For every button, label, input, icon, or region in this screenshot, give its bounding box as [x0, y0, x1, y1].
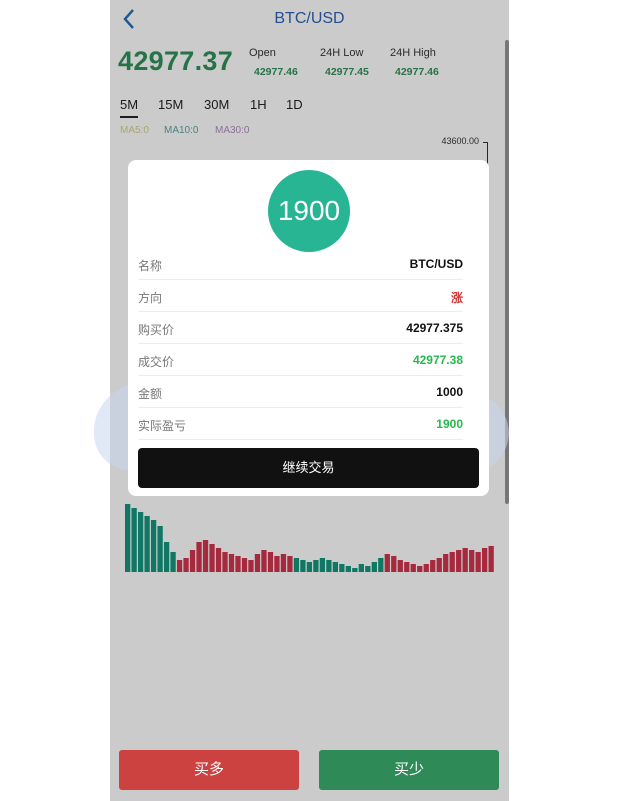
continue-trading-button[interactable]: 继续交易 [138, 448, 479, 488]
row-pnl: 实际盈亏 1900 [138, 408, 463, 440]
row-pnl-value: 1900 [436, 417, 463, 431]
row-amount-value: 1000 [436, 385, 463, 399]
row-pnl-key: 实际盈亏 [138, 419, 187, 433]
profit-circle: 1900 [268, 170, 350, 252]
result-modal: 1900 名称 BTC/USD 方向 涨 购买价 42977.375 成交价 4… [128, 160, 489, 496]
buy-short-button[interactable]: 买少 [319, 750, 499, 790]
row-buy-price: 购买价 42977.375 [138, 312, 463, 344]
row-amount-key: 金额 [138, 387, 163, 401]
row-direction-key: 方向 [138, 291, 163, 305]
row-buy-price-value: 42977.375 [406, 321, 463, 335]
row-amount: 金额 1000 [138, 376, 463, 408]
row-deal-price-key: 成交价 [138, 355, 175, 369]
row-buy-price-key: 购买价 [138, 323, 175, 337]
row-direction-value: 涨 [450, 291, 463, 305]
row-name-value: BTC/USD [409, 257, 463, 271]
row-deal-price-value: 42977.38 [412, 353, 463, 367]
scrollbar[interactable] [505, 40, 509, 504]
row-deal-price: 成交价 42977.38 [138, 344, 463, 376]
row-name: 名称 BTC/USD [138, 248, 463, 280]
row-name-key: 名称 [138, 259, 163, 273]
row-direction: 方向 涨 [138, 280, 463, 312]
buy-long-button[interactable]: 买多 [119, 750, 299, 790]
